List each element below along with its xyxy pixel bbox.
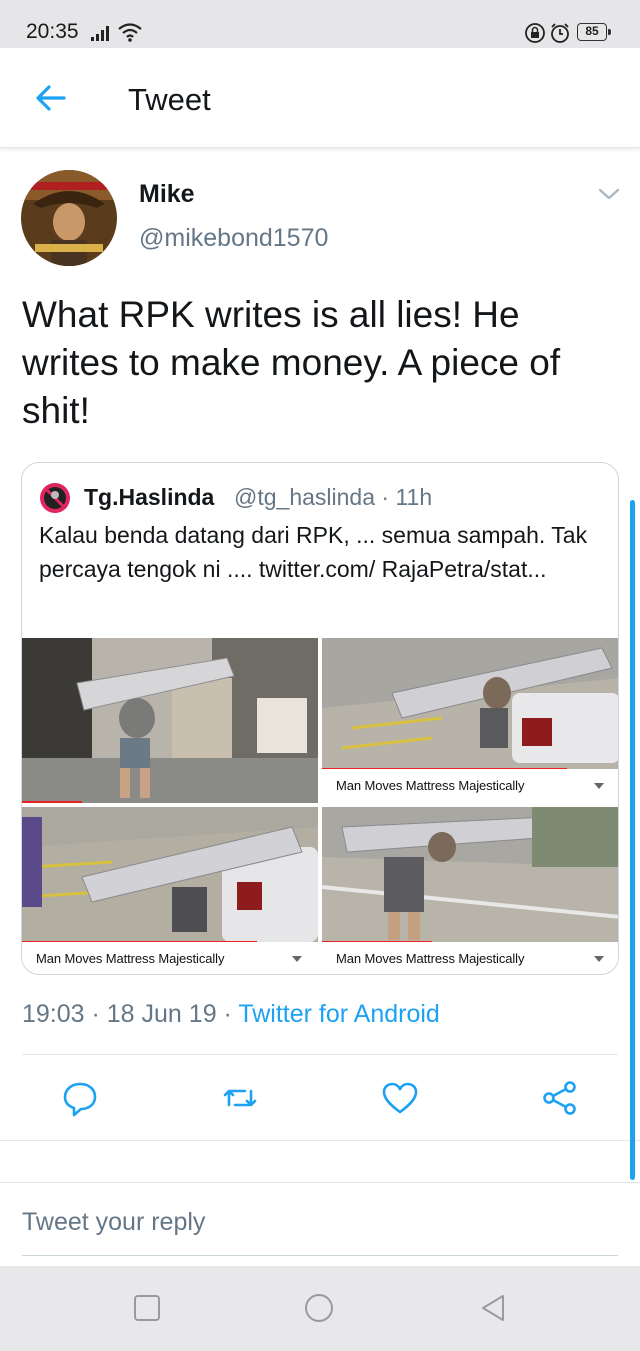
progress-line	[22, 801, 82, 803]
tweet-text: What RPK writes is all lies! He writes t…	[22, 294, 561, 431]
quote-avatar	[40, 483, 70, 513]
media-video-card[interactable]: Man Moves Mattress Majestically	[22, 807, 318, 974]
chevron-down-icon[interactable]	[597, 185, 621, 203]
media-video-card[interactable]: Man Moves Mattress Majestically	[322, 638, 618, 803]
via-client-link[interactable]: Twitter for Android	[238, 1000, 439, 1028]
tweet-timestamp: 19:03 · 18 Jun 19 · Twitter for Android	[22, 1000, 440, 1029]
media-caption-bar: Man Moves Mattress Majestically	[322, 769, 618, 803]
signal-icon	[91, 26, 109, 41]
heart-icon[interactable]	[380, 1078, 420, 1118]
avatar[interactable]	[21, 170, 117, 266]
share-icon[interactable]	[540, 1078, 580, 1118]
back-triangle-icon[interactable]	[478, 1293, 508, 1323]
reply-input-underline	[22, 1255, 618, 1256]
arrow-left-icon[interactable]	[30, 78, 70, 118]
caption-dropdown-icon[interactable]	[292, 956, 302, 962]
quote-author-meta: @tg_haslinda · 11h	[234, 484, 433, 510]
media-caption-bar: Man Moves Mattress Majestically	[322, 942, 618, 974]
caption-dropdown-icon[interactable]	[594, 783, 604, 789]
media-caption: Man Moves Mattress Majestically	[336, 951, 525, 966]
media-caption: Man Moves Mattress Majestically	[36, 951, 225, 966]
media-caption-bar: Man Moves Mattress Majestically	[22, 942, 318, 974]
divider	[22, 1054, 618, 1055]
author-handle[interactable]: @mikebond1570	[139, 224, 328, 253]
status-time: 20:35	[26, 20, 79, 43]
wifi-icon	[118, 23, 142, 42]
page-title: Tweet	[128, 82, 211, 117]
recents-icon[interactable]	[132, 1293, 162, 1323]
media-image[interactable]	[22, 638, 318, 803]
scrollbar[interactable]	[630, 500, 635, 1180]
media-caption: Man Moves Mattress Majestically	[336, 778, 525, 793]
media-grid: Man Moves Mattress Majestically Man Move…	[22, 638, 618, 974]
app-header: Tweet	[0, 48, 640, 148]
quote-author-name: Tg.Haslinda	[84, 484, 215, 510]
caption-dropdown-icon[interactable]	[594, 956, 604, 962]
battery-indicator: 85	[577, 23, 611, 41]
media-video-card[interactable]: Man Moves Mattress Majestically	[322, 807, 618, 974]
rotation-lock-icon	[525, 23, 545, 43]
reply-input[interactable]: Tweet your reply	[22, 1208, 205, 1237]
author-name[interactable]: Mike	[139, 180, 195, 209]
divider	[0, 1182, 640, 1183]
quoted-tweet[interactable]: Tg.Haslinda @tg_haslinda · 11h Kalau ben…	[21, 462, 619, 975]
alarm-icon	[551, 23, 569, 43]
reply-icon[interactable]	[60, 1078, 100, 1118]
quote-text: Kalau benda datang dari RPK, ... semua s…	[39, 522, 588, 582]
system-nav-bar	[0, 1266, 640, 1351]
timestamp-text: 19:03 · 18 Jun 19 ·	[22, 1000, 239, 1028]
home-icon[interactable]	[304, 1293, 334, 1323]
status-bar: 20:35 85	[0, 0, 640, 48]
divider	[0, 1140, 640, 1141]
retweet-icon[interactable]	[220, 1078, 260, 1118]
